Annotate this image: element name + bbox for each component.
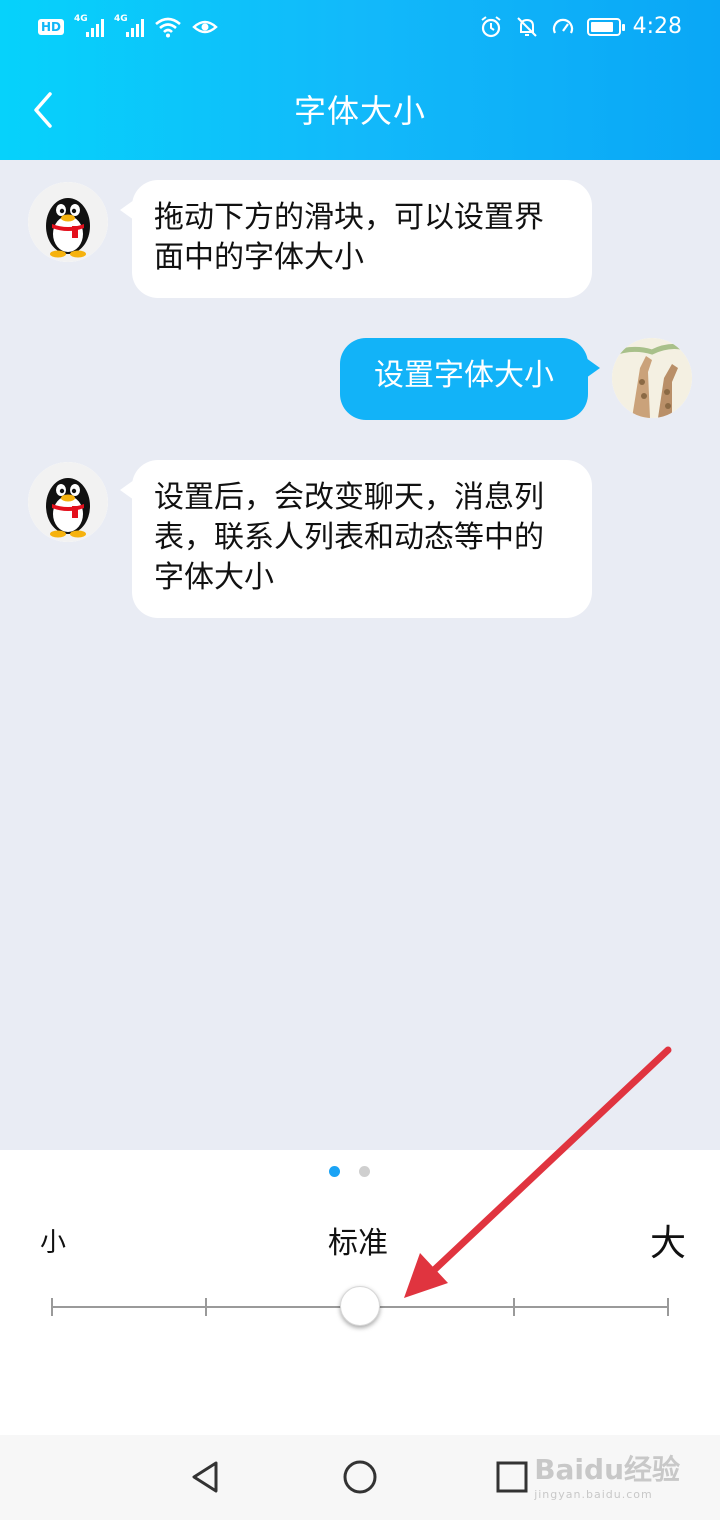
- label-standard: 标准: [328, 1226, 388, 1261]
- nav-recents-button[interactable]: [492, 1457, 532, 1501]
- network-type-label: 4G: [74, 14, 88, 24]
- battery-level: [590, 21, 613, 32]
- page-title: 字体大小: [293, 92, 426, 130]
- slider-tick[interactable]: [51, 1298, 53, 1316]
- square-recents-icon: [496, 1461, 528, 1493]
- slider-tick[interactable]: [205, 1298, 207, 1316]
- slider-tick[interactable]: [667, 1298, 669, 1316]
- qq-penguin-avatar: [28, 462, 108, 542]
- user-avatar: [612, 338, 692, 418]
- signal-icon-2: 4G: [114, 14, 145, 37]
- status-bar: HD 4G 4G 4:28: [0, 0, 720, 62]
- page-indicator-dot-active: [329, 1166, 340, 1177]
- font-size-panel: 小 标准 大: [0, 1150, 720, 1435]
- hd-badge: HD: [38, 19, 65, 35]
- label-large: 大: [650, 1223, 687, 1264]
- alarm-icon: [480, 15, 501, 37]
- title-bar: HD 4G 4G 4:28 字体大小: [0, 0, 720, 160]
- chat-bubble-outgoing: 设置字体大小: [340, 338, 600, 420]
- watermark-brand: Baidu经验: [534, 1453, 680, 1486]
- eye-icon: [192, 20, 218, 34]
- chat-bubble-incoming: 拖动下方的滑块，可以设置界面中的字体大小: [120, 180, 592, 298]
- triangle-back-icon: [192, 1461, 218, 1493]
- wifi-icon: [155, 17, 181, 38]
- nav-back-button[interactable]: [186, 1457, 226, 1501]
- speed-icon: [552, 18, 573, 34]
- chat-bubble-incoming: 设置后，会改变聊天，消息列表，联系人列表和动态等中的字体大小: [120, 460, 592, 618]
- slider-tick[interactable]: [513, 1298, 515, 1316]
- giraffe-photo-icon: [612, 338, 692, 418]
- penguin-icon: [28, 182, 108, 262]
- font-size-slider-thumb[interactable]: [340, 1286, 380, 1326]
- penguin-icon: [28, 462, 108, 542]
- qq-penguin-avatar: [28, 182, 108, 262]
- watermark-url: jingyan.baidu.com: [534, 1488, 653, 1501]
- mute-icon: [516, 16, 537, 37]
- baidu-watermark: Baidu经验 jingyan.baidu.com: [534, 1448, 680, 1501]
- page-indicator-dot: [359, 1166, 370, 1177]
- circle-home-icon: [343, 1460, 377, 1494]
- battery-icon: [586, 17, 625, 36]
- nav-home-button[interactable]: [340, 1457, 380, 1501]
- signal-icon: 4G: [74, 14, 105, 37]
- label-small: 小: [40, 1228, 67, 1258]
- network-type-label-2: 4G: [114, 14, 128, 24]
- chat-preview: 拖动下方的滑块，可以设置界面中的字体大小 设置字体大小 设置后，会改变聊天，消息…: [0, 160, 720, 1150]
- status-time: 4:28: [632, 14, 682, 39]
